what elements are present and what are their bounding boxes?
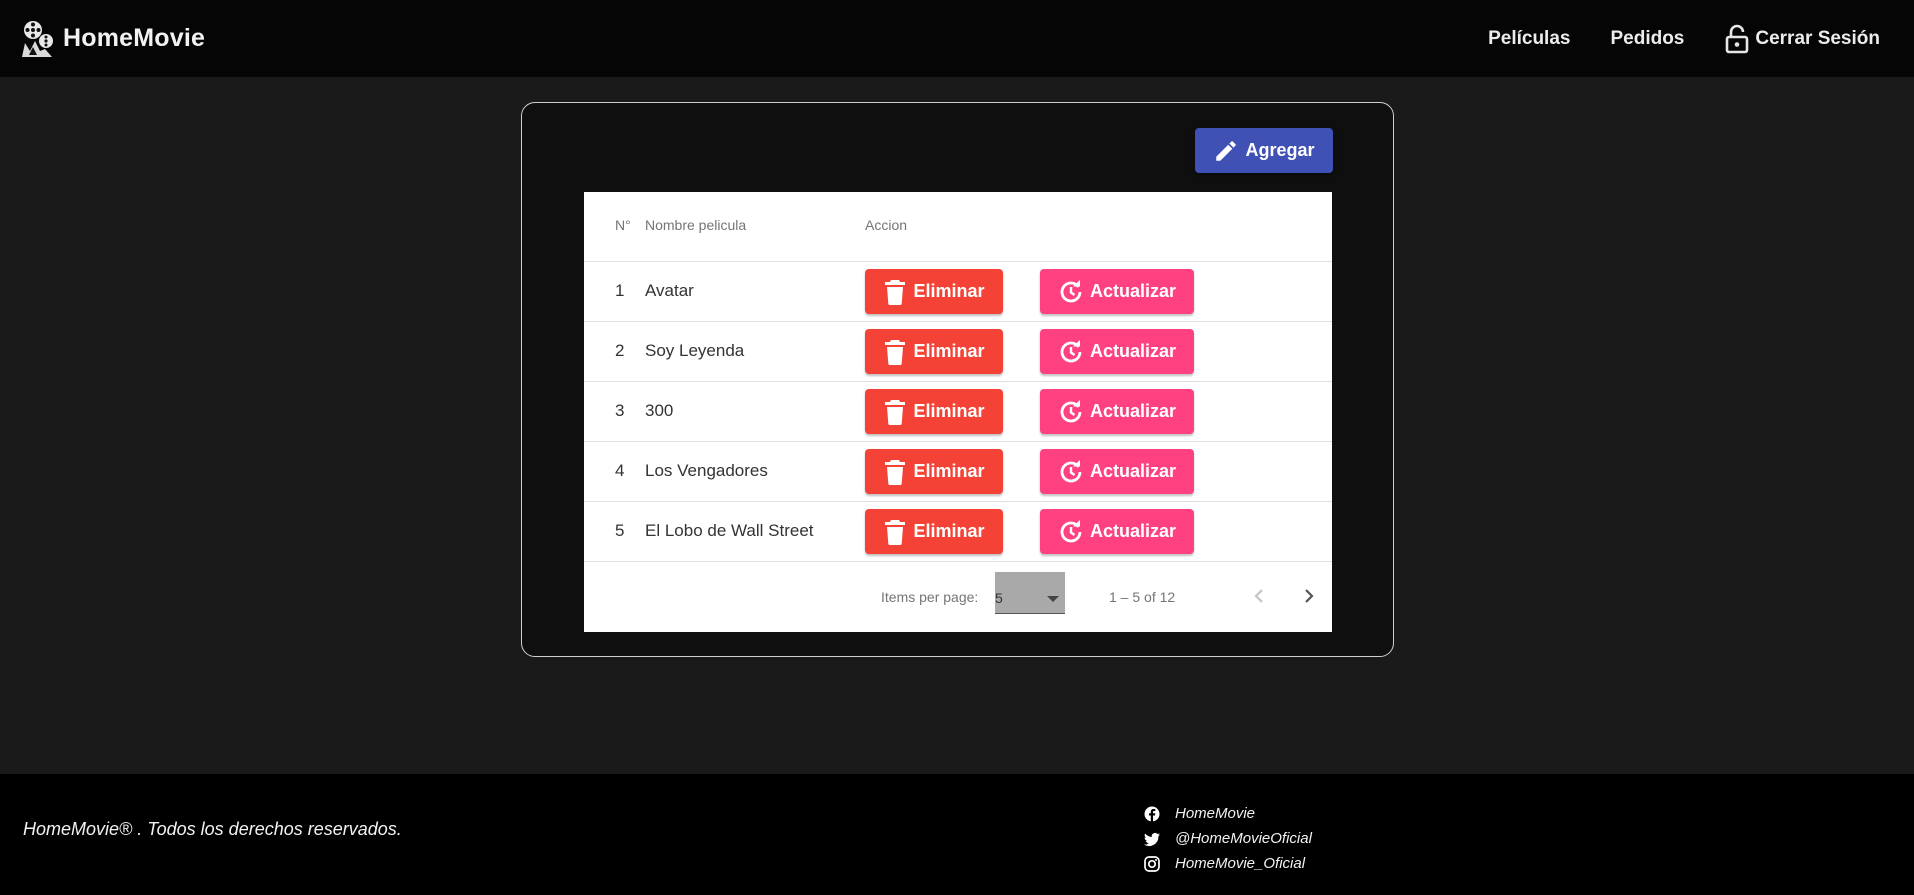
social-links: HomeMovie @HomeMovieOficial HomeMovie_Of… (1144, 801, 1312, 876)
delete-button[interactable]: Eliminar (865, 509, 1003, 554)
add-movie-label: Agregar (1245, 140, 1315, 160)
update-label: Actualizar (1089, 281, 1177, 301)
trash-icon (885, 279, 906, 305)
film-reel-logo-icon (22, 20, 53, 57)
refresh-icon (1060, 399, 1082, 422)
delete-label: Eliminar (913, 461, 985, 481)
row-movie-name: El Lobo de Wall Street (645, 521, 814, 540)
instagram-icon (1144, 855, 1160, 872)
update-label: Actualizar (1089, 401, 1177, 421)
table-header: N° Nombre pelicula Accion (584, 192, 1332, 262)
page-range-label: 1 – 5 of 12 (1109, 589, 1176, 605)
footer: HomeMovie® . Todos los derechos reservad… (0, 774, 1914, 895)
chevron-left-icon (1254, 589, 1263, 603)
row-movie-name: 300 (645, 401, 674, 420)
trash-icon (885, 399, 906, 425)
update-button[interactable]: Actualizar (1040, 509, 1194, 554)
header-action: Accion (865, 217, 908, 233)
row-number: 1 (615, 281, 625, 300)
trash-icon (885, 459, 906, 485)
facebook-link[interactable]: HomeMovie (1144, 801, 1312, 826)
next-page-button[interactable] (1293, 580, 1325, 612)
brand[interactable]: HomeMovie (19, 19, 205, 59)
delete-label: Eliminar (913, 281, 985, 301)
update-button[interactable]: Actualizar (1040, 269, 1194, 314)
row-movie-name: Los Vengadores (645, 461, 768, 480)
delete-button[interactable]: Eliminar (865, 329, 1003, 374)
pencil-icon (1216, 140, 1237, 161)
row-number: 3 (615, 401, 625, 420)
instagram-handle: HomeMovie_Oficial (1175, 855, 1306, 872)
facebook-icon (1144, 806, 1160, 822)
update-label: Actualizar (1089, 341, 1177, 361)
chevron-right-icon (1305, 589, 1314, 603)
table-row: 1 Avatar Eliminar Actualizar (584, 262, 1332, 322)
row-movie-name: Soy Leyenda (645, 341, 745, 360)
table-row: 2 Soy Leyenda Eliminar Actualizar (584, 322, 1332, 382)
refresh-icon (1060, 519, 1082, 542)
facebook-handle: HomeMovie (1175, 805, 1256, 822)
trash-icon (885, 339, 906, 365)
nav-peliculas[interactable]: Películas (1488, 28, 1570, 50)
lock-open-icon (1726, 24, 1749, 53)
header-name: Nombre pelicula (645, 217, 747, 233)
table-row: 3 300 Eliminar Actualizar (584, 382, 1332, 442)
update-button[interactable]: Actualizar (1040, 389, 1194, 434)
delete-label: Eliminar (913, 521, 985, 541)
paginator: Items per page: 5 1 – 5 of 12 (584, 561, 1332, 632)
row-number: 2 (615, 341, 625, 360)
copyright-text: HomeMovie® . Todos los derechos reservad… (23, 819, 402, 839)
update-button[interactable]: Actualizar (1040, 329, 1194, 374)
dropdown-caret-icon (1047, 596, 1059, 602)
previous-page-button[interactable] (1243, 580, 1275, 612)
page-size-value: 5 (995, 590, 1003, 606)
instagram-link[interactable]: HomeMovie_Oficial (1144, 851, 1312, 876)
nav-logout-label: Cerrar Sesión (1755, 27, 1880, 49)
table-row: 5 El Lobo de Wall Street Eliminar Actual… (584, 502, 1332, 562)
update-label: Actualizar (1089, 521, 1177, 541)
twitter-icon (1144, 832, 1160, 846)
trash-icon (885, 519, 906, 545)
delete-label: Eliminar (913, 341, 985, 361)
movies-table: N° Nombre pelicula Accion 1 Avatar Elimi… (584, 192, 1332, 632)
delete-label: Eliminar (913, 401, 985, 421)
brand-name: HomeMovie (63, 24, 206, 52)
update-button[interactable]: Actualizar (1040, 449, 1194, 494)
delete-button[interactable]: Eliminar (865, 389, 1003, 434)
top-navbar: HomeMovie Películas Pedidos Cerrar Sesió… (0, 0, 1914, 77)
row-movie-name: Avatar (645, 281, 694, 300)
refresh-icon (1060, 279, 1082, 302)
row-number: 5 (615, 521, 625, 540)
header-number: N° (615, 217, 631, 233)
row-number: 4 (615, 461, 625, 480)
table-row: 4 Los Vengadores Eliminar Actualizar (584, 442, 1332, 502)
items-per-page-label: Items per page: (881, 589, 979, 605)
delete-button[interactable]: Eliminar (865, 269, 1003, 314)
movies-card: Agregar N° Nombre pelicula Accion 1 Avat… (521, 102, 1394, 657)
page-size-select[interactable]: 5 (995, 572, 1065, 614)
twitter-link[interactable]: @HomeMovieOficial (1144, 826, 1312, 851)
refresh-icon (1060, 459, 1082, 482)
delete-button[interactable]: Eliminar (865, 449, 1003, 494)
nav-pedidos[interactable]: Pedidos (1610, 28, 1684, 50)
main-nav: Películas Pedidos Cerrar Sesión (1488, 24, 1880, 54)
twitter-handle: @HomeMovieOficial (1175, 830, 1312, 847)
add-movie-button[interactable]: Agregar (1195, 128, 1333, 173)
nav-logout[interactable]: Cerrar Sesión (1724, 24, 1880, 54)
refresh-icon (1060, 339, 1082, 362)
update-label: Actualizar (1089, 461, 1177, 481)
